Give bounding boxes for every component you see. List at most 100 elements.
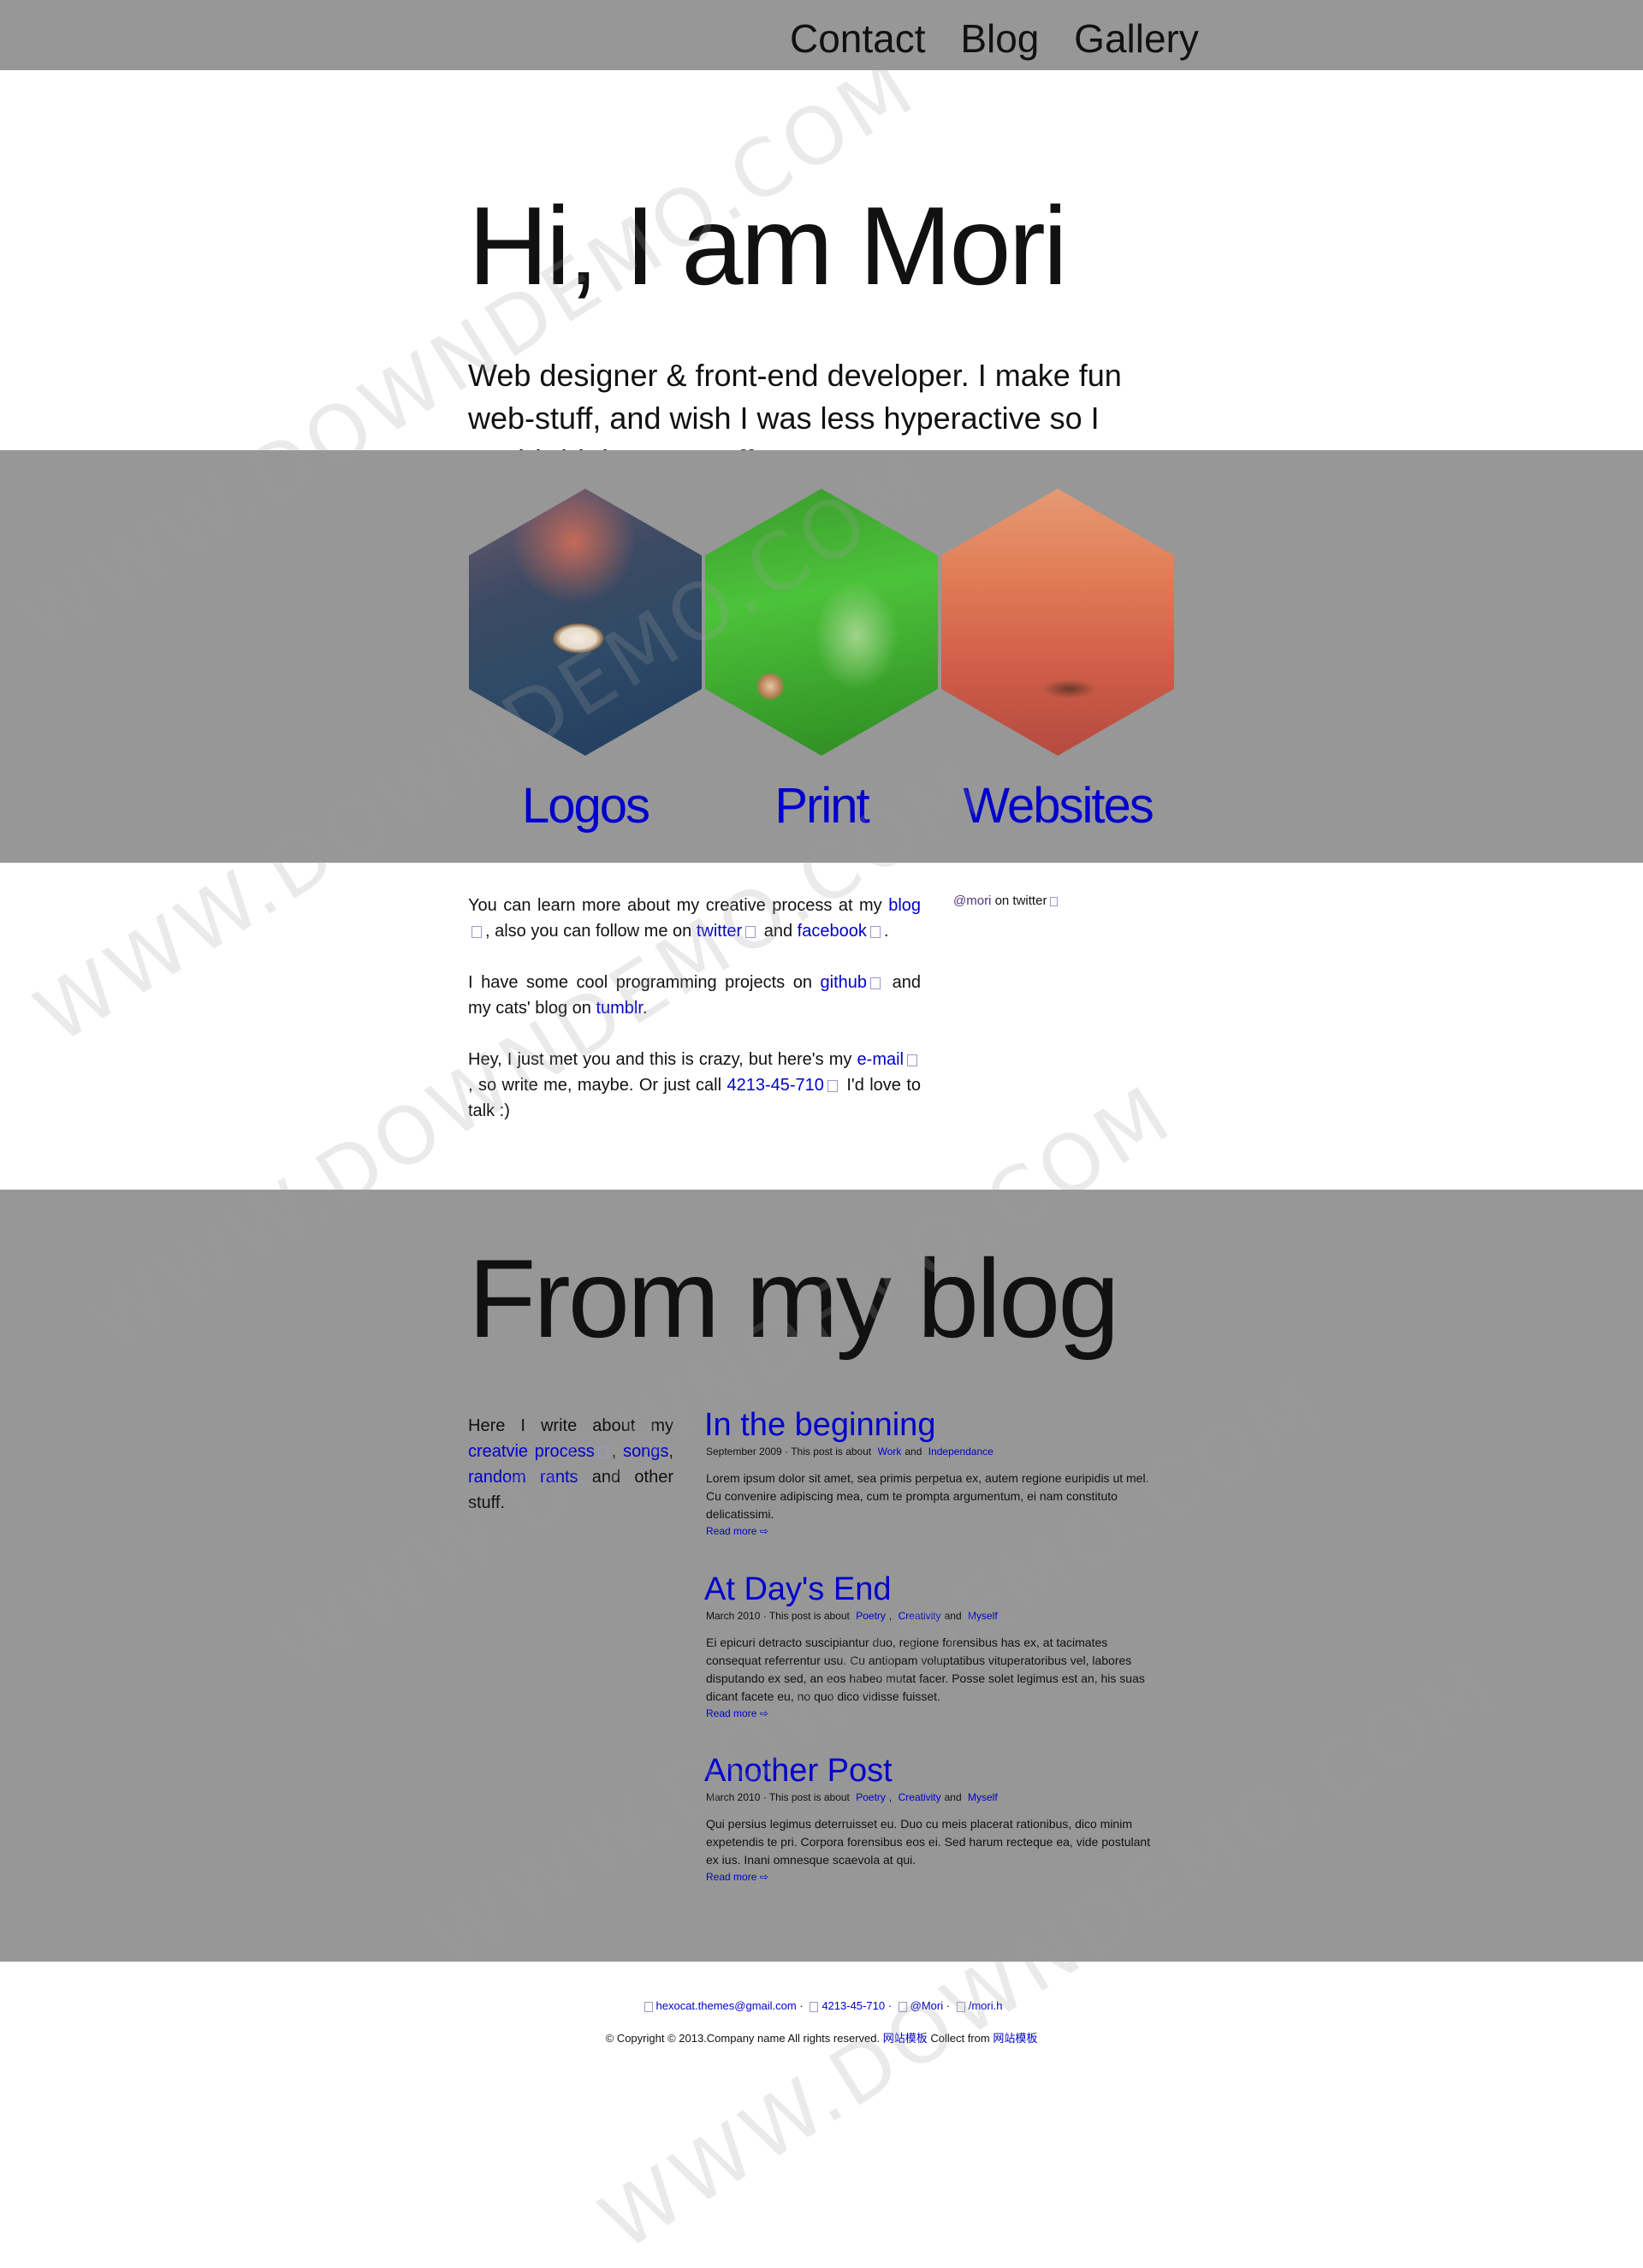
footer-template-link-2[interactable]: 网站模板 (993, 2032, 1037, 2045)
post-title[interactable]: Another Post (704, 1752, 1166, 1790)
footer-dot: · (946, 1999, 951, 2012)
external-link-icon (869, 925, 881, 938)
footer-site-link[interactable]: /mori.h (969, 1999, 1003, 2012)
post-tag[interactable]: Poetry (856, 1610, 886, 1622)
footer-twitter-link[interactable]: @Mori (910, 1999, 943, 2012)
footer-email-link[interactable]: hexocat.themes@gmail.com (656, 1999, 797, 2012)
about-text-span: , also you can follow me on (485, 922, 692, 941)
nav-contact[interactable]: Contact (790, 16, 926, 61)
twitter-widget: @mori on twitter (953, 894, 1061, 908)
gallery-label-websites[interactable]: Websites (941, 777, 1174, 834)
about-blog-link[interactable]: blog (888, 896, 921, 915)
post-date: March 2010 (706, 1610, 761, 1622)
post-tag[interactable]: Myself (968, 1610, 998, 1622)
post-body: Lorem ipsum dolor sit amet, sea primis p… (706, 1471, 1149, 1521)
about-text-span: Hey, I just met you and this is crazy, b… (468, 1050, 852, 1069)
blog-intro-creative-link[interactable]: creatvie process (468, 1442, 595, 1461)
about-text-span: . (642, 999, 648, 1018)
read-more-link[interactable]: Read more ⇨ (706, 1707, 1165, 1719)
post-meta: March 2010 · This post is about Poetry, … (706, 1791, 1166, 1803)
post-title[interactable]: In the beginning (704, 1406, 1166, 1444)
about-text-span: You can learn more about my creative pro… (468, 896, 882, 915)
hero-title: Hi, I am Mori (468, 183, 1068, 308)
tag-sep: , (888, 1610, 893, 1622)
gallery-label-print[interactable]: Print (705, 777, 938, 834)
about-text: You can learn more about my creative pro… (468, 893, 921, 1149)
post-date: September 2009 (706, 1446, 782, 1458)
top-nav: Contact Blog Gallery (0, 0, 1643, 70)
post-about: · This post is about (762, 1610, 850, 1622)
post-tag[interactable]: Independance (928, 1446, 994, 1458)
about-paragraph-1: You can learn more about my creative pro… (468, 893, 921, 944)
about-text-span: , so write me, maybe. Or just call (468, 1076, 722, 1095)
phone-icon (810, 2001, 819, 2012)
post-about: · This post is about (762, 1791, 850, 1803)
tag-sep: and (905, 1446, 922, 1458)
twitter-icon (898, 2001, 907, 2012)
footer-template-link[interactable]: 网站模板 (883, 2032, 928, 2045)
gallery-label-logos[interactable]: Logos (469, 777, 702, 834)
post-tag[interactable]: Creativity (899, 1791, 941, 1803)
post-tag[interactable]: Work (878, 1446, 902, 1458)
blog-title: From my blog (468, 1236, 1120, 1361)
about-paragraph-3: Hey, I just met you and this is crazy, b… (468, 1047, 921, 1124)
footer-dot: · (799, 1999, 804, 2012)
blog-post: In the beginning September 2009 · This p… (704, 1406, 1166, 1539)
post-title[interactable]: At Day's End (704, 1570, 1166, 1608)
tag-sep: and (944, 1610, 962, 1622)
post-tag[interactable]: Myself (968, 1791, 998, 1803)
tag-sep: and (944, 1791, 962, 1803)
twitter-suffix: on twitter (994, 894, 1047, 908)
external-link-icon (907, 1054, 917, 1066)
post-tag[interactable]: Creativity (899, 1610, 941, 1622)
blog-intro-sep: , (611, 1442, 617, 1461)
about-phone-link[interactable]: 4213-45-710 (727, 1076, 823, 1095)
twitter-handle-link[interactable]: @mori (953, 894, 991, 908)
email-icon (644, 2001, 653, 2012)
blog-intro: Here I write about my creatvie process, … (468, 1413, 673, 1516)
external-link-icon (745, 925, 756, 938)
external-link-icon (870, 977, 881, 989)
blog-intro-text: Here I write about my (468, 1416, 673, 1435)
about-github-link[interactable]: github (821, 973, 868, 992)
external-link-icon (597, 1446, 608, 1458)
blog-intro-songs-link[interactable]: songs (623, 1442, 668, 1461)
blog-intro-rants-link[interactable]: random rants (468, 1468, 578, 1487)
tag-sep: , (888, 1791, 893, 1803)
nav-links: Contact Blog Gallery (790, 15, 1223, 62)
footer-dot: · (887, 1999, 893, 2012)
footer (0, 1962, 1643, 2072)
about-email-link[interactable]: e-mail (857, 1050, 904, 1069)
blog-intro-sep: , (668, 1442, 673, 1461)
external-link-icon (472, 925, 482, 938)
post-meta: September 2009 · This post is about Work… (706, 1446, 1166, 1458)
site-icon (956, 2001, 965, 2012)
post-body: Ei epicuri detracto suscipiantur duo, re… (706, 1636, 1145, 1703)
footer-phone-link[interactable]: 4213-45-710 (822, 1999, 885, 2012)
footer-contacts: hexocat.themes@gmail.com · 4213-45-710 ·… (0, 1999, 1643, 2012)
blog-post: Another Post March 2010 · This post is a… (704, 1752, 1166, 1885)
external-link-icon (827, 1079, 838, 1092)
read-more-link[interactable]: Read more ⇨ (706, 1525, 1165, 1537)
post-body: Qui persius legimus deterruisset eu. Duo… (706, 1817, 1151, 1867)
nav-gallery[interactable]: Gallery (1074, 16, 1199, 61)
about-twitter-link[interactable]: twitter (697, 922, 742, 941)
blog-post: At Day's End March 2010 · This post is a… (704, 1570, 1166, 1721)
about-facebook-link[interactable]: facebook (798, 922, 867, 941)
about-paragraph-2: I have some cool programming projects on… (468, 970, 921, 1021)
nav-blog[interactable]: Blog (960, 16, 1039, 61)
about-text-span: . (883, 922, 889, 941)
about-text-span: I have some cool programming projects on (468, 973, 812, 992)
hero-section: Hi, I am Mori Web designer & front-end d… (0, 70, 1643, 478)
post-date: March 2010 (706, 1791, 761, 1803)
post-meta: March 2010 · This post is about Poetry, … (706, 1610, 1166, 1622)
about-tumblr-link[interactable]: tumblr (596, 999, 642, 1018)
footer-copyright: © Copyright © 2013.Company name All righ… (0, 2029, 1643, 2045)
external-link-icon (1050, 896, 1059, 906)
read-more-link[interactable]: Read more ⇨ (706, 1871, 1165, 1883)
post-tag[interactable]: Poetry (856, 1791, 886, 1803)
post-about: · This post is about (785, 1446, 872, 1458)
collect-text: Collect from (930, 2032, 990, 2045)
about-text-span: and (763, 922, 793, 941)
copyright-text: © Copyright © 2013.Company name All righ… (605, 2032, 881, 2045)
